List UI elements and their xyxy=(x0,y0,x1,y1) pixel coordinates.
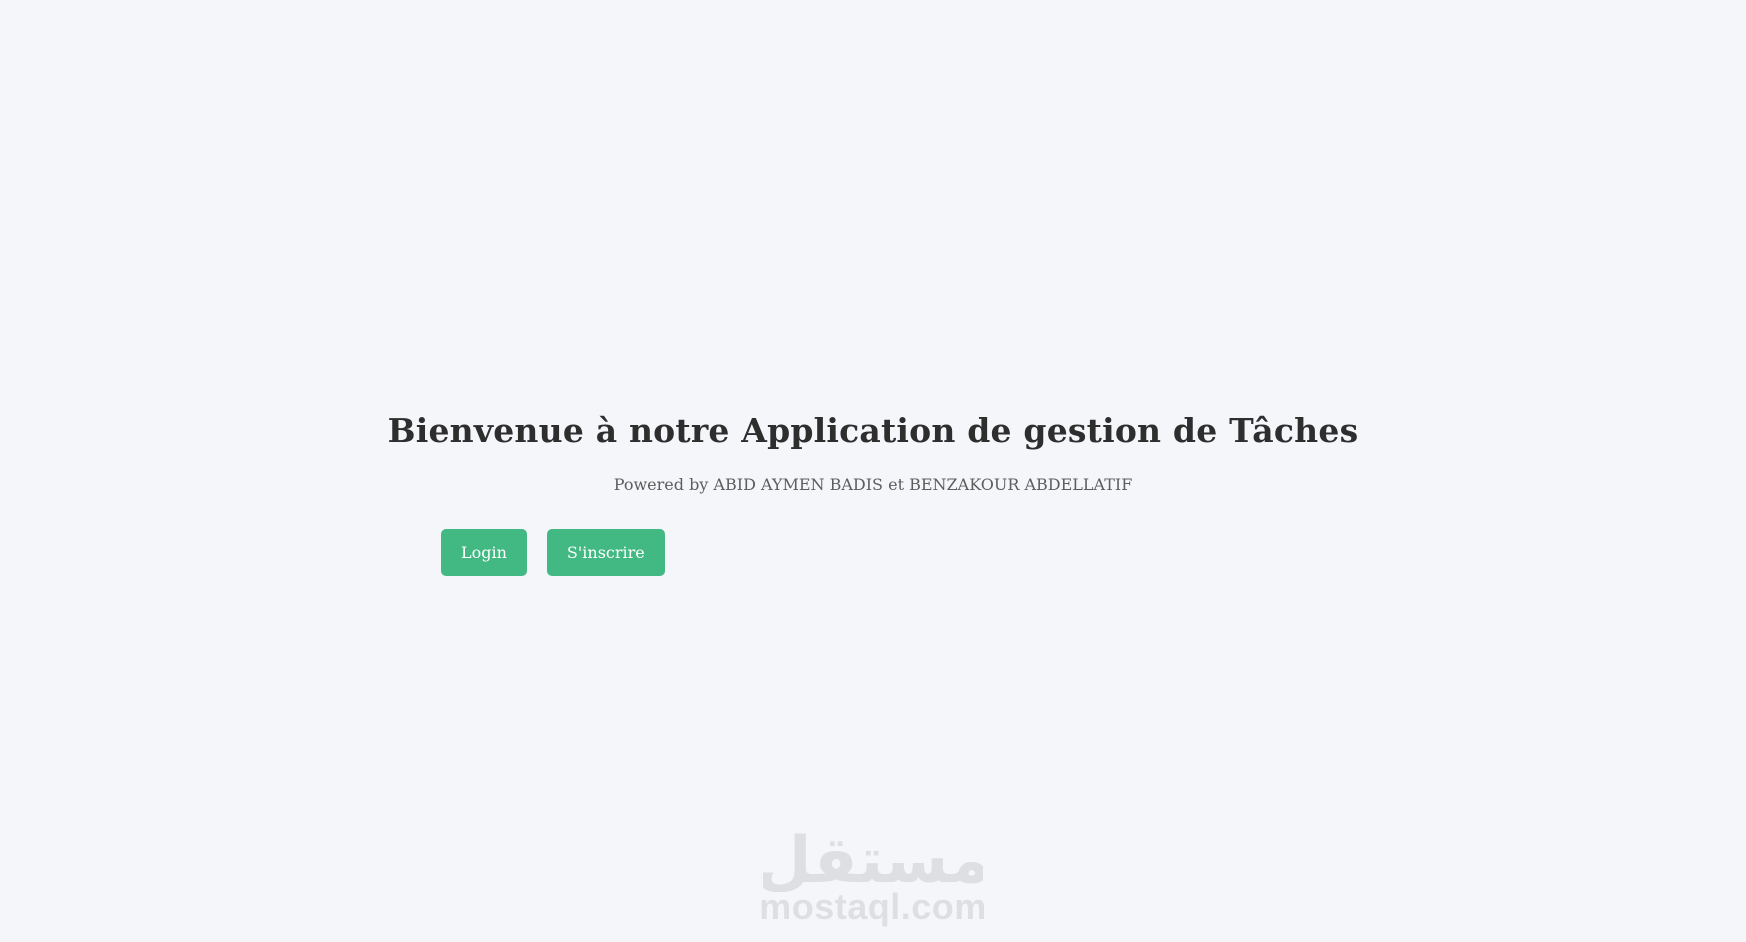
hero-section: Bienvenue à notre Application de gestion… xyxy=(0,405,1746,497)
login-button[interactable]: Login xyxy=(441,529,527,576)
watermark-domain-text: mostaql.com xyxy=(759,886,987,927)
watermark-arabic-text: مستقل xyxy=(763,824,983,892)
mostaql-logo-icon: مستقل xyxy=(763,824,983,892)
credits-text: Powered by ABID AYMEN BADIS et BENZAKOUR… xyxy=(613,475,1133,494)
page-title: Bienvenue à notre Application de gestion… xyxy=(387,411,1359,450)
action-buttons: Login S'inscrire xyxy=(441,529,665,576)
watermark: مستقل mostaql.com xyxy=(0,820,1746,928)
register-button[interactable]: S'inscrire xyxy=(546,529,665,576)
page: Bienvenue à notre Application de gestion… xyxy=(0,0,1746,942)
